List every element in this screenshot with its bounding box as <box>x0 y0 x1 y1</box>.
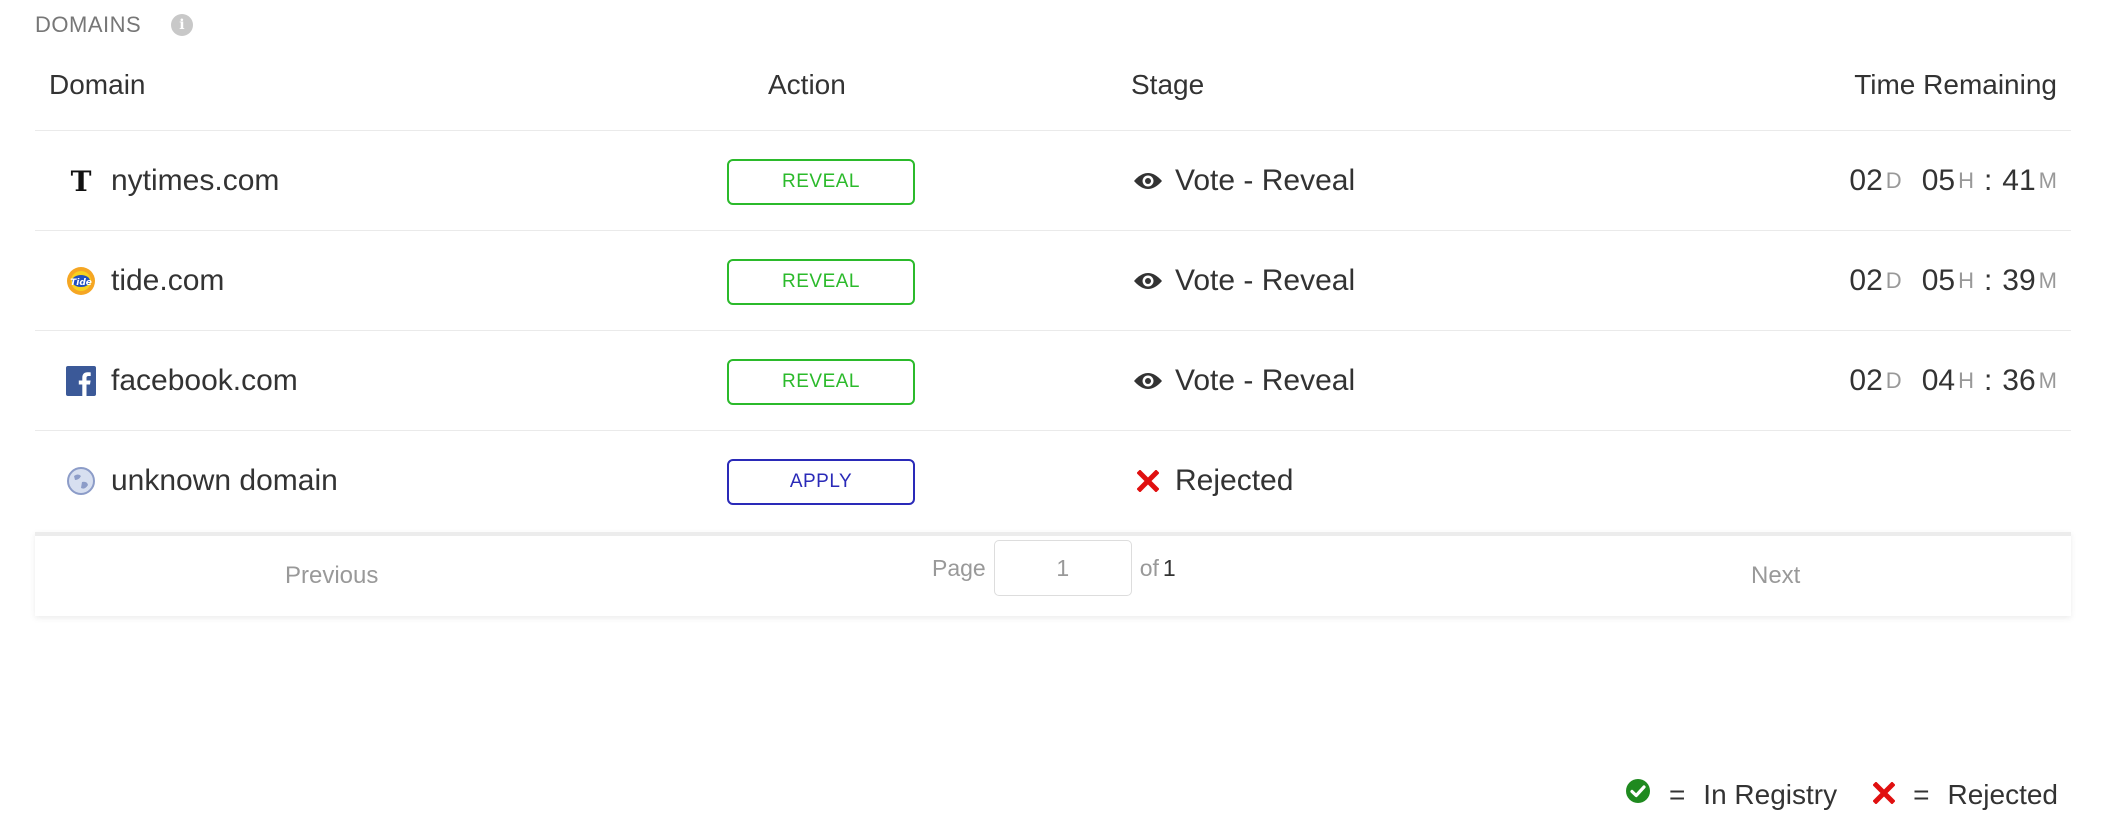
reveal-button[interactable]: REVEAL <box>727 259 915 305</box>
section-title: DOMAINS <box>35 12 142 37</box>
stage-label: Vote - Reveal <box>1175 363 1356 397</box>
column-header-domain[interactable]: Domain <box>49 69 145 101</box>
eye-icon <box>1133 366 1163 396</box>
hours-value: 04 <box>1921 363 1956 397</box>
stage-cell: Vote - Reveal <box>1133 231 1355 330</box>
svg-text:Tide: Tide <box>70 278 92 288</box>
days-value: 02 <box>1849 263 1883 297</box>
svg-text:T: T <box>71 166 92 196</box>
days-unit: D <box>1885 167 1902 193</box>
table-row: unknown domain APPLY Rejected <box>35 431 2071 531</box>
domain-cell[interactable]: facebook.com <box>65 331 298 430</box>
reveal-button[interactable]: REVEAL <box>727 359 915 405</box>
days-unit: D <box>1885 367 1902 393</box>
globe-icon <box>65 465 97 497</box>
days-unit: D <box>1885 267 1902 293</box>
minutes-unit: M <box>2038 267 2057 293</box>
hours-unit: H <box>1958 267 1974 293</box>
domain-cell[interactable]: T nytimes.com <box>65 131 280 230</box>
hours-unit: H <box>1958 167 1974 193</box>
nytimes-logo-icon: T <box>65 165 97 197</box>
table-row: T nytimes.com REVEAL Vote - Reveal 02 D 0… <box>35 131 2071 231</box>
previous-button[interactable]: Previous <box>285 562 378 590</box>
check-circle-icon <box>1625 778 1651 811</box>
domain-cell[interactable]: unknown domain <box>65 431 338 531</box>
time-remaining: 02 D 05 H : 41 M <box>1849 131 2057 230</box>
legend-equals: = <box>1668 778 1686 810</box>
domain-name[interactable]: facebook.com <box>111 364 298 398</box>
eye-icon <box>1133 266 1163 296</box>
legend: = In Registry = Rejected <box>1625 778 2058 811</box>
table-row: Tide tide.com REVEAL Vote - Reveal 02 D 0… <box>35 231 2071 331</box>
legend-rejected: Rejected <box>1947 778 2058 810</box>
time-remaining: 02 D 05 H : 39 M <box>1849 231 2057 330</box>
stage-cell: Rejected <box>1133 431 1293 531</box>
column-header-stage[interactable]: Stage <box>1131 69 1204 101</box>
time-separator: : <box>1983 163 1993 197</box>
hours-value: 05 <box>1921 163 1956 197</box>
eye-icon <box>1133 166 1163 196</box>
domain-name[interactable]: tide.com <box>111 264 224 298</box>
hours-value: 05 <box>1921 263 1956 297</box>
minutes-value: 36 <box>2002 363 2036 397</box>
info-icon[interactable]: i <box>171 14 194 36</box>
reveal-button[interactable]: REVEAL <box>727 159 915 205</box>
hours-unit: H <box>1958 367 1974 393</box>
column-header-action[interactable]: Action <box>768 69 846 101</box>
page-jump: Page of 1 <box>932 540 1176 596</box>
next-button[interactable]: Next <box>1751 562 1800 590</box>
of-label: of <box>1139 554 1159 581</box>
minutes-value: 41 <box>2002 163 2036 197</box>
page-number-input[interactable] <box>993 540 1132 596</box>
table-header: Domain Action Stage Time Remaining <box>35 55 2071 131</box>
cross-icon <box>1872 779 1896 811</box>
tide-logo-icon: Tide <box>65 265 97 297</box>
legend-in-registry: In Registry <box>1703 778 1838 810</box>
apply-button[interactable]: APPLY <box>727 459 915 505</box>
days-value: 02 <box>1849 163 1883 197</box>
domain-name[interactable]: nytimes.com <box>111 164 279 198</box>
minutes-unit: M <box>2038 167 2057 193</box>
stage-cell: Vote - Reveal <box>1133 331 1355 430</box>
pagination: Previous Page of 1 Next <box>35 532 2071 616</box>
facebook-logo-icon <box>65 365 97 397</box>
domain-name[interactable]: unknown domain <box>111 464 338 498</box>
stage-label: Rejected <box>1175 464 1294 497</box>
column-header-time-remaining[interactable]: Time Remaining <box>1854 69 2057 101</box>
section-header: DOMAINS i <box>35 12 194 38</box>
legend-equals: = <box>1913 778 1930 810</box>
cross-icon <box>1133 466 1163 496</box>
time-separator: : <box>1983 263 1993 297</box>
minutes-unit: M <box>2038 367 2057 393</box>
time-separator: : <box>1983 363 1993 397</box>
stage-label: Vote - Reveal <box>1175 163 1356 197</box>
domains-table: Domain Action Stage Time Remaining T nyt… <box>35 55 2071 531</box>
stage-cell: Vote - Reveal <box>1133 131 1355 230</box>
stage-label: Vote - Reveal <box>1175 263 1356 297</box>
page-label: Page <box>932 554 986 581</box>
minutes-value: 39 <box>2002 263 2036 297</box>
time-remaining: 02 D 04 H : 36 M <box>1849 331 2057 430</box>
table-row: facebook.com REVEAL Vote - Reveal 02 D 04… <box>35 331 2071 431</box>
total-pages: 1 <box>1162 554 1176 581</box>
domain-cell[interactable]: Tide tide.com <box>65 231 224 330</box>
days-value: 02 <box>1849 363 1883 397</box>
